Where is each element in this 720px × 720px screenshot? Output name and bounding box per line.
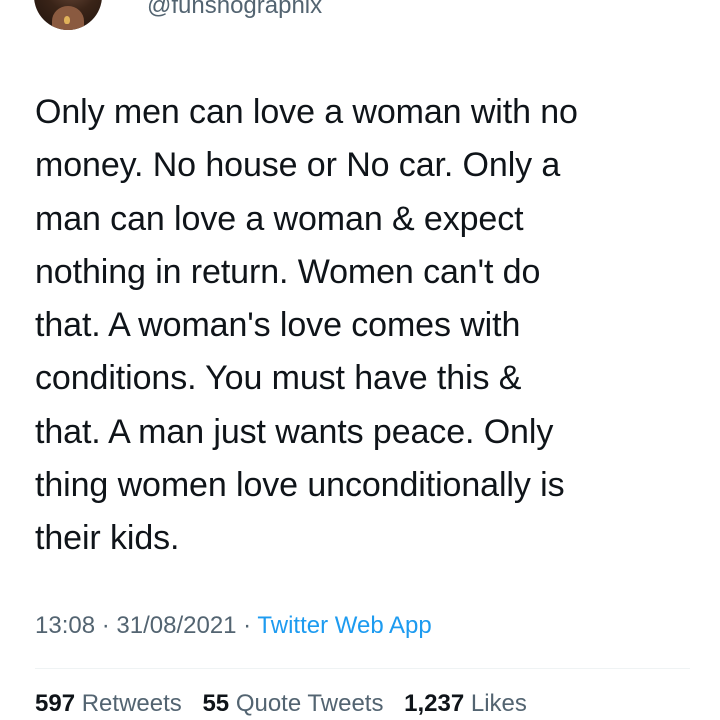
tweet-stats: 597 Retweets 55 Quote Tweets 1,237 Likes <box>35 690 541 718</box>
tweet-date[interactable]: 31/08/2021 <box>116 612 236 639</box>
tweet-source[interactable]: Twitter Web App <box>257 612 431 639</box>
retweets-count: 597 <box>35 690 76 717</box>
likes-count: 1,237 <box>404 690 465 717</box>
avatar-pendant <box>64 16 70 24</box>
retweets-label: Retweets <box>81 690 182 717</box>
avatar[interactable] <box>34 0 102 30</box>
tweet-time[interactable]: 13:08 <box>35 612 95 639</box>
quote-tweets-count: 55 <box>202 690 230 717</box>
retweets-stat[interactable]: 597 Retweets <box>35 690 182 718</box>
user-handle[interactable]: @funshographix <box>147 0 322 20</box>
meta-separator: · <box>95 612 117 639</box>
tweet-text: Only men can love a woman with no money.… <box>35 93 578 558</box>
quote-tweets-stat[interactable]: 55 Quote Tweets <box>202 690 383 718</box>
likes-label: Likes <box>470 690 527 717</box>
quote-tweets-label: Quote Tweets <box>235 690 384 717</box>
meta-separator: · <box>236 612 258 639</box>
likes-stat[interactable]: 1,237 Likes <box>404 690 527 718</box>
divider <box>35 668 690 669</box>
tweet-metadata: 13:08 · 31/08/2021 · Twitter Web App <box>35 612 432 640</box>
